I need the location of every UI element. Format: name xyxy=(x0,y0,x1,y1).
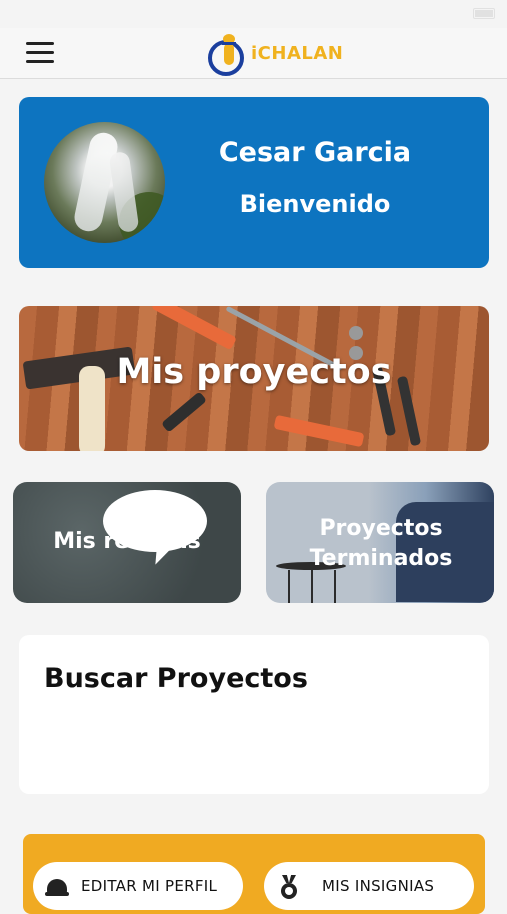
bottom-action-bar: EDITAR MI PERFIL MIS INSIGNIAS xyxy=(23,834,485,914)
badges-label: MIS INSIGNIAS xyxy=(322,877,435,895)
edit-profile-label: EDITAR MI PERFIL xyxy=(81,877,218,895)
my-projects-card[interactable]: Mis proyectos xyxy=(19,306,489,451)
top-header: iCHALAN xyxy=(0,28,507,79)
finished-projects-card[interactable]: Proyectos Terminados xyxy=(266,482,494,603)
avatar[interactable] xyxy=(44,122,165,243)
worker-logo-icon xyxy=(208,34,244,76)
medal-icon xyxy=(278,875,300,899)
search-projects-card[interactable]: Buscar Proyectos xyxy=(19,635,489,794)
my-reviews-card[interactable]: Mis reseñas xyxy=(13,482,241,603)
my-reviews-title: Mis reseñas xyxy=(53,529,201,554)
hamburger-menu-icon[interactable] xyxy=(26,40,56,66)
logo-text: iCHALAN xyxy=(251,42,344,64)
my-projects-title: Mis proyectos xyxy=(116,352,392,392)
status-bar xyxy=(0,0,507,28)
edit-profile-button[interactable]: EDITAR MI PERFIL xyxy=(33,862,243,910)
search-projects-title: Buscar Proyectos xyxy=(44,663,308,694)
profile-card: Cesar Garcia Bienvenido xyxy=(19,97,489,268)
finished-projects-title: Proyectos Terminados xyxy=(309,516,453,571)
app-logo: iCHALAN xyxy=(207,28,343,78)
badges-button[interactable]: MIS INSIGNIAS xyxy=(264,862,474,910)
battery-icon xyxy=(473,8,495,19)
helmet-icon xyxy=(45,875,69,897)
welcome-text: Bienvenido xyxy=(239,190,391,218)
profile-name: Cesar Garcia xyxy=(218,137,412,168)
